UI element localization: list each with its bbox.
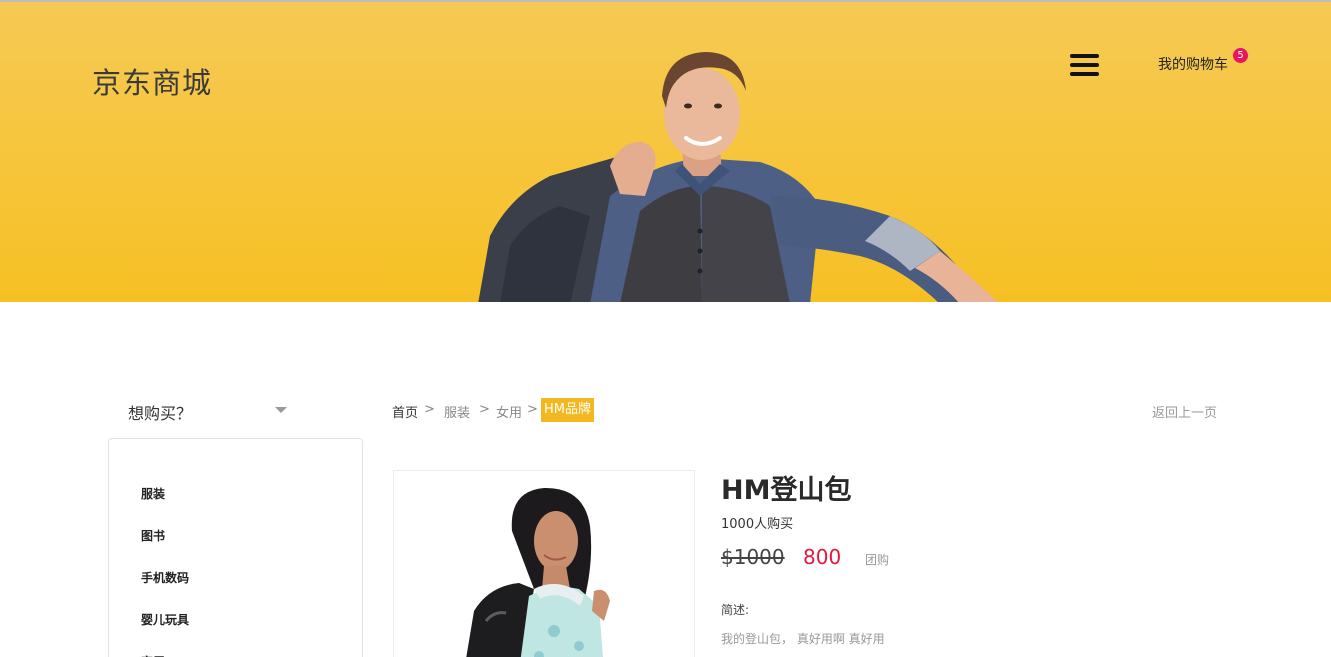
group-buy-link[interactable]: 团购 xyxy=(865,551,889,568)
breadcrumb-separator: > xyxy=(424,402,435,417)
site-logo[interactable]: 京东商城 xyxy=(92,60,212,102)
product-image[interactable] xyxy=(393,470,695,657)
category-dropdown-label[interactable]: 想购买？ xyxy=(128,400,192,424)
breadcrumb-current: HM品牌 xyxy=(541,398,594,422)
sale-price: 800 xyxy=(803,545,842,569)
breadcrumb-item[interactable]: 服装 xyxy=(444,402,470,421)
cart-count-badge: 5 xyxy=(1233,48,1248,63)
hamburger-menu-icon[interactable] xyxy=(1070,54,1100,78)
breadcrumb-home[interactable]: 首页 xyxy=(392,402,418,421)
product-title: HM登山包 xyxy=(721,475,852,506)
cart-link[interactable]: 我的购物车 xyxy=(1158,54,1228,74)
category-item[interactable]: 手机数码 xyxy=(141,569,189,586)
category-item[interactable]: 家居 xyxy=(141,653,165,657)
back-link[interactable]: 返回上一页 xyxy=(1152,402,1217,421)
caret-down-icon[interactable] xyxy=(275,407,287,413)
description-label: 简述: xyxy=(721,603,750,617)
buyers-count: 1000人购买 xyxy=(721,517,794,532)
category-item[interactable]: 图书 xyxy=(141,527,165,544)
category-item[interactable]: 婴儿玩具 xyxy=(141,611,189,628)
category-list: 服装 图书 手机数码 婴儿玩具 家居 xyxy=(108,438,363,657)
breadcrumb-separator: > xyxy=(479,402,490,417)
product-description: 我的登山包， 真好用啊 真好用 xyxy=(721,632,885,646)
category-item[interactable]: 服装 xyxy=(141,485,165,502)
product-model-image xyxy=(466,487,610,657)
hero-model-image xyxy=(478,52,998,302)
header-banner: 京东商城 我的购物车 5 xyxy=(0,0,1331,302)
original-price: $1000 xyxy=(721,545,785,569)
breadcrumb-separator: > xyxy=(527,402,538,417)
breadcrumb-item[interactable]: 女用 xyxy=(496,402,522,421)
